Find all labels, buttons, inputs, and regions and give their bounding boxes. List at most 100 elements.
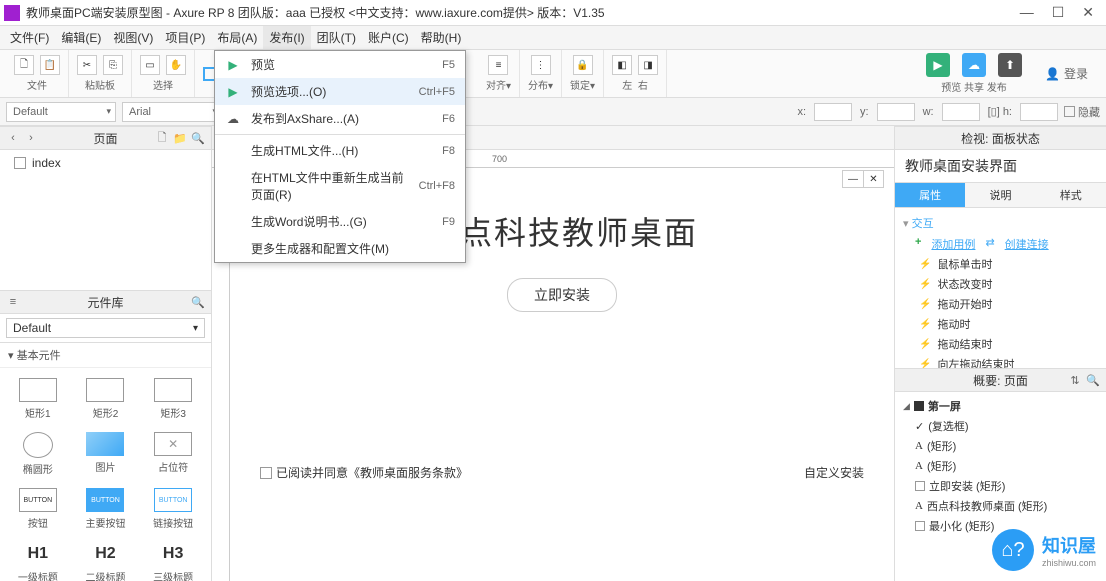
bolt-icon: ⚡: [919, 259, 931, 270]
canvas-close-icon[interactable]: ✕: [863, 171, 883, 187]
outline-sort-icon[interactable]: ⇅: [1068, 373, 1082, 387]
event-row[interactable]: ⚡鼠标单击时: [903, 254, 1098, 274]
widget-btn[interactable]: BUTTON按钮: [6, 484, 70, 534]
outline-item[interactable]: A (矩形): [901, 436, 1100, 456]
login-link[interactable]: 👤 登录: [1033, 65, 1100, 82]
menu-1[interactable]: 编辑(E): [55, 26, 107, 49]
share-button[interactable]: ☁: [962, 53, 986, 77]
menu-7[interactable]: 账户(C): [362, 26, 415, 49]
toolbar: 🗋📋文件 ✂⎘粘贴板 ▭✋选择 ≡对齐▾ ⋮分布▾ 🔒锁定▾ ◧◨左 右 ▶ ☁…: [0, 50, 1106, 98]
bolt-icon: ⚡: [919, 279, 931, 290]
widget-ph[interactable]: 占位符: [141, 428, 205, 480]
menu-6[interactable]: 团队(T): [311, 26, 362, 49]
next-page-icon[interactable]: ›: [24, 131, 38, 145]
file-icon[interactable]: 🗋: [14, 55, 34, 75]
copy-icon[interactable]: ⎘: [103, 55, 123, 75]
hidden-checkbox[interactable]: 隐藏: [1064, 104, 1100, 120]
close-button[interactable]: ✕: [1082, 4, 1094, 21]
custom-install-link[interactable]: 自定义安装: [804, 464, 864, 481]
outline-item[interactable]: A (矩形): [901, 456, 1100, 476]
canvas-min-icon[interactable]: —: [843, 171, 863, 187]
add-folder-icon[interactable]: 📁: [173, 131, 187, 145]
prev-page-icon[interactable]: ‹: [6, 131, 20, 145]
menu-8[interactable]: 帮助(H): [415, 26, 468, 49]
select-icon[interactable]: ▭: [140, 55, 160, 75]
widget-btn-lnk[interactable]: BUTTON链接按钮: [141, 484, 205, 534]
cut-icon[interactable]: ✂: [77, 55, 97, 75]
menu-item[interactable]: 在HTML文件中重新生成当前页面(R)Ctrl+F8: [215, 164, 465, 208]
event-row[interactable]: ⚡状态改变时: [903, 274, 1098, 294]
y-input[interactable]: [877, 103, 915, 121]
event-row[interactable]: ⚡向左拖动结束时: [903, 354, 1098, 368]
page-item[interactable]: index: [4, 154, 207, 172]
font-select[interactable]: Arial: [122, 102, 222, 122]
lib-search-icon[interactable]: 🔍: [191, 295, 205, 309]
outline-search-icon[interactable]: 🔍: [1086, 373, 1100, 387]
preview-button[interactable]: ▶: [926, 53, 950, 77]
create-link[interactable]: 创建连接: [1005, 236, 1049, 252]
hand-icon[interactable]: ✋: [166, 55, 186, 75]
w-input[interactable]: [942, 103, 980, 121]
outline-item[interactable]: ✓ (复选框): [901, 416, 1100, 436]
widget-rect-grey[interactable]: 矩形3: [141, 374, 205, 424]
menu-item[interactable]: 生成HTML文件...(H)F8: [215, 137, 465, 164]
event-row[interactable]: ⚡拖动结束时: [903, 334, 1098, 354]
menu-5[interactable]: 发布(I): [263, 26, 310, 49]
link-icon: ⇄: [985, 236, 994, 252]
inspector-tab[interactable]: 属性: [895, 183, 965, 208]
distribute-icon[interactable]: ⋮: [531, 55, 551, 75]
inspector-tab[interactable]: 说明: [965, 183, 1035, 208]
widget-h[interactable]: H2二级标题: [74, 538, 138, 581]
h-input[interactable]: [1020, 103, 1058, 121]
maximize-button[interactable]: ☐: [1052, 4, 1065, 21]
widget-rect-fill[interactable]: 矩形2: [74, 374, 138, 424]
titlebar: 教师桌面PC端安装原型图 - Axure RP 8 团队版：aaa 已授权 <中…: [0, 0, 1106, 26]
widget-circle[interactable]: 椭圆形: [6, 428, 70, 480]
add-page-icon[interactable]: 🗋: [155, 131, 169, 145]
agree-checkbox[interactable]: [260, 467, 272, 479]
menu-4[interactable]: 布局(A): [211, 26, 263, 49]
library-selector[interactable]: Default: [6, 318, 205, 338]
agree-row[interactable]: 已阅读并同意《教师桌面服务条款》: [260, 464, 468, 481]
style-select[interactable]: Default: [6, 102, 116, 122]
widget-h[interactable]: H3三级标题: [141, 538, 205, 581]
menubar: 文件(F)编辑(E)视图(V)项目(P)布局(A)发布(I)团队(T)账户(C)…: [0, 26, 1106, 50]
publish-button[interactable]: ⬆: [998, 53, 1022, 77]
search-icon[interactable]: 🔍: [191, 131, 205, 145]
menu-item[interactable]: 生成Word说明书...(G)F9: [215, 208, 465, 235]
add-case-link[interactable]: 添加用例: [931, 236, 975, 252]
x-input[interactable]: [814, 103, 852, 121]
menu-item[interactable]: ☁发布到AxShare...(A)F6: [215, 105, 465, 132]
library-category[interactable]: 基本元件: [0, 343, 211, 368]
bolt-icon: ⚡: [919, 299, 931, 310]
add-case-icon[interactable]: +: [915, 236, 921, 252]
outline-item[interactable]: A 西点科技教师桌面 (矩形): [901, 496, 1100, 516]
widget-btn-pri[interactable]: BUTTON主要按钮: [74, 484, 138, 534]
align-icon[interactable]: ≡: [488, 55, 508, 75]
group-right-icon[interactable]: ◨: [638, 55, 658, 75]
menu-item[interactable]: 更多生成器和配置文件(M): [215, 235, 465, 262]
event-row[interactable]: ⚡拖动时: [903, 314, 1098, 334]
widget-h[interactable]: H1一级标题: [6, 538, 70, 581]
outline-item[interactable]: 立即安装 (矩形): [901, 476, 1100, 496]
inspector-tabs: 属性说明样式: [895, 183, 1106, 208]
menu-2[interactable]: 视图(V): [107, 26, 159, 49]
canvas-title-text[interactable]: 西点科技教师桌面: [426, 208, 698, 254]
outline-header: 概要: 页面 ⇅🔍: [895, 368, 1106, 392]
outline-root[interactable]: ◢ 第一屏: [901, 396, 1100, 416]
paste-icon[interactable]: 📋: [40, 55, 60, 75]
menu-item[interactable]: ▶预览选项...(O)Ctrl+F5: [215, 78, 465, 105]
group-left-icon[interactable]: ◧: [612, 55, 632, 75]
install-button[interactable]: 立即安装: [507, 278, 617, 312]
lib-menu-icon[interactable]: ≡: [6, 295, 20, 309]
event-row[interactable]: ⚡拖动开始时: [903, 294, 1098, 314]
widget-rect[interactable]: 矩形1: [6, 374, 70, 424]
inspector-tab[interactable]: 样式: [1036, 183, 1106, 208]
menu-0[interactable]: 文件(F): [4, 26, 55, 49]
interaction-section[interactable]: 交互: [903, 212, 1098, 234]
menu-item[interactable]: ▶预览F5: [215, 51, 465, 78]
lock-icon[interactable]: 🔒: [573, 55, 593, 75]
minimize-button[interactable]: —: [1020, 4, 1034, 21]
menu-3[interactable]: 项目(P): [159, 26, 211, 49]
widget-img[interactable]: 图片: [74, 428, 138, 480]
